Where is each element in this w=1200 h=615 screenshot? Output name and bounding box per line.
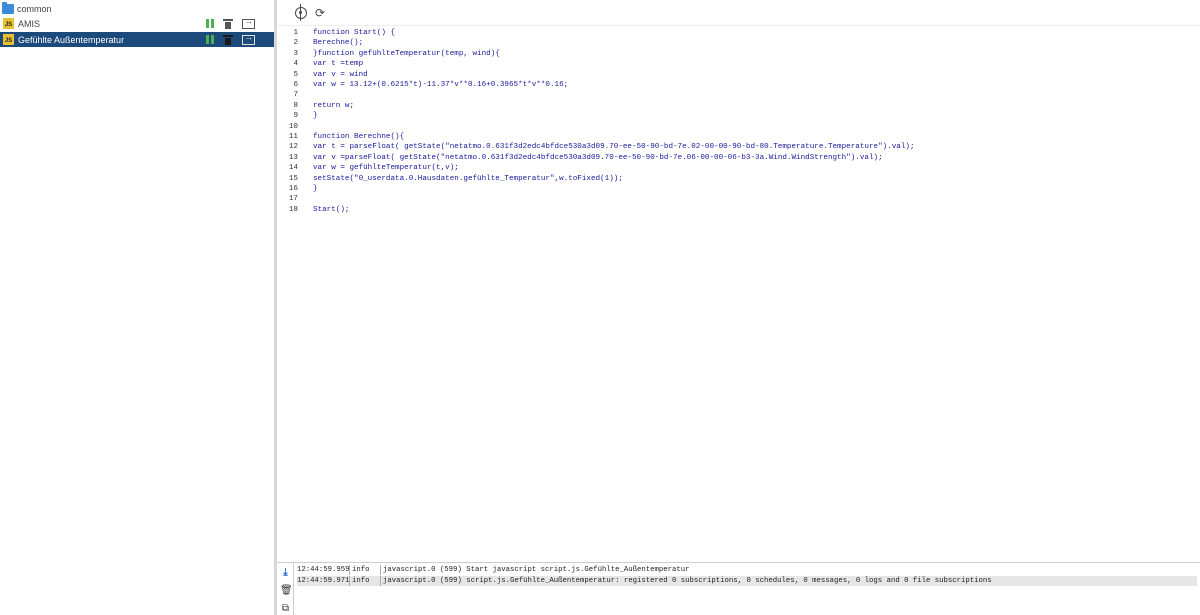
copy-icon[interactable]: ⧉ [280, 603, 291, 614]
code-text: var w = 13.12+(0.6215*t)-11.37*v**0.16+0… [313, 81, 569, 89]
folder-icon [2, 1, 14, 14]
code-text: var v =parseFloat( getState("netatmo.0.6… [313, 153, 883, 162]
code-line: 7 [277, 90, 1200, 100]
line-number: 2 [293, 39, 298, 48]
line-number: 13 [288, 153, 298, 162]
code-line: 14 var w = gefühlteTemperatur(t,v); [277, 163, 1200, 173]
code-text: var v = wind [313, 70, 368, 79]
code-line: 15 setState("0_userdata.0.Hausdaten.gefüh… [277, 174, 1200, 184]
code-text: var t =temp [313, 60, 364, 69]
pause-icon[interactable] [206, 19, 214, 28]
line-number: 5 [293, 70, 298, 79]
code-editor[interactable]: 1 function Start() { 2 Berechne(); 3}funct… [277, 26, 1200, 562]
line-number: 3 [293, 49, 298, 58]
line-number: 6 [293, 81, 298, 89]
log-message: javascript.0 (599) script.js.Gefühlte_Au… [383, 577, 992, 585]
code-line: 1 function Start() { [277, 28, 1200, 38]
code-line: 17 [277, 194, 1200, 204]
tree-folder-common[interactable]: common [0, 1, 274, 16]
script-label: AMIS [18, 18, 41, 29]
row-actions [206, 32, 255, 47]
log-level: info [352, 577, 370, 585]
code-text: var w = gefühlteTemperatur(t,v); [313, 164, 459, 173]
line-number: 4 [293, 60, 298, 69]
log-separator [380, 576, 381, 586]
trash-icon[interactable]: 🗑 [280, 585, 293, 596]
line-number: 17 [288, 195, 298, 204]
log-time: 12:44:59.959 [297, 566, 350, 574]
pause-icon[interactable] [206, 35, 214, 44]
line-number: 8 [293, 101, 298, 110]
js-file-icon: JS [3, 34, 14, 45]
line-number: 1 [293, 29, 298, 37]
tree-item-amis[interactable]: JS AMIS [0, 16, 274, 31]
code-line: 10 [277, 122, 1200, 132]
log-row: 12:44:59.959 info javascript.0 (599) Start… [297, 565, 1197, 575]
download-icon[interactable]: ⤓ [280, 567, 291, 578]
folder-label: common [17, 3, 52, 14]
log-panel: ⤓ 🗑 ⧉ 12:44:59.959 info javascript.0 (599)… [277, 562, 1200, 615]
js-file-icon: JS [3, 18, 14, 29]
trash-icon[interactable] [223, 18, 233, 29]
log-time: 12:44:59.971 [297, 577, 350, 585]
code-text: return w; [313, 101, 355, 110]
row-actions [206, 16, 255, 31]
log-separator [380, 565, 381, 575]
code-line: 2 Berechne(); [277, 38, 1200, 48]
line-number: 18 [288, 205, 298, 214]
code-line: 9} [277, 111, 1200, 121]
code-line: 5 var v = wind [277, 70, 1200, 80]
line-number: 16 [288, 185, 298, 193]
code-line: 8 return w; [277, 101, 1200, 111]
line-number: 12 [288, 143, 298, 152]
code-text: Start(); [313, 205, 350, 214]
code-text: var t = parseFloat( getState("netatmo.0.… [313, 143, 915, 152]
log-level: info [352, 566, 370, 574]
code-line: 12 var t = parseFloat( getState("netatmo.… [277, 142, 1200, 152]
crosshair-icon[interactable] [295, 4, 307, 21]
code-line: 3 }function gefühlteTemperatur(temp, wind… [277, 49, 1200, 59]
log-separator [349, 565, 350, 575]
trash-icon[interactable] [223, 34, 233, 45]
log-message: javascript.0 (599) Start javascript scri… [383, 566, 690, 574]
code-text: function Start() { [313, 29, 396, 37]
code-line: 4 var t =temp [277, 59, 1200, 69]
code-line: 18 Start(); [277, 205, 1200, 215]
code-text: function Berechne(){ [313, 133, 405, 141]
line-number: 11 [288, 133, 298, 141]
code-text: Berechne(); [313, 39, 364, 48]
log-row: 12:44:59.971 info javascript.0 (599) scrip… [297, 576, 1197, 586]
app-window: common JS AMIS JS Gefühlte Außentemperat… [0, 0, 1200, 615]
line-number: 14 [288, 164, 298, 173]
code-text: }function gefühlteTemperatur(temp, wind)… [313, 49, 500, 58]
line-number: 7 [293, 91, 298, 100]
code-text: } [313, 185, 318, 193]
script-label: Gefühlte Außentemperatur [18, 34, 125, 45]
code-line: 13 var v =parseFloat( getState("netatmo.0… [277, 153, 1200, 163]
code-line: 6 var w = 13.12+(0.6215*t)-11.37*v**0.16+… [277, 80, 1200, 90]
code-text: setState("0_userdata.0.Hausdaten.gefühlt… [313, 174, 623, 183]
code-line: 16} [277, 184, 1200, 194]
log-separator [349, 576, 350, 586]
line-number: 15 [288, 174, 298, 183]
log-toolbar: ⤓ 🗑 ⧉ [277, 563, 294, 615]
script-tree: common JS AMIS JS Gefühlte Außentemperat… [0, 0, 274, 615]
tree-item-gefuehlte-aussentemperatur[interactable]: JS Gefühlte Außentemperatur [0, 32, 274, 47]
export-icon[interactable] [242, 16, 255, 29]
line-number: 9 [293, 112, 298, 121]
export-icon[interactable] [242, 32, 255, 45]
line-number: 10 [288, 122, 298, 131]
editor-toolbar: ⟳ [277, 0, 1200, 26]
refresh-icon[interactable]: ⟳ [315, 7, 327, 19]
code-line: 11 function Berechne(){ [277, 132, 1200, 142]
code-text: } [313, 112, 318, 121]
